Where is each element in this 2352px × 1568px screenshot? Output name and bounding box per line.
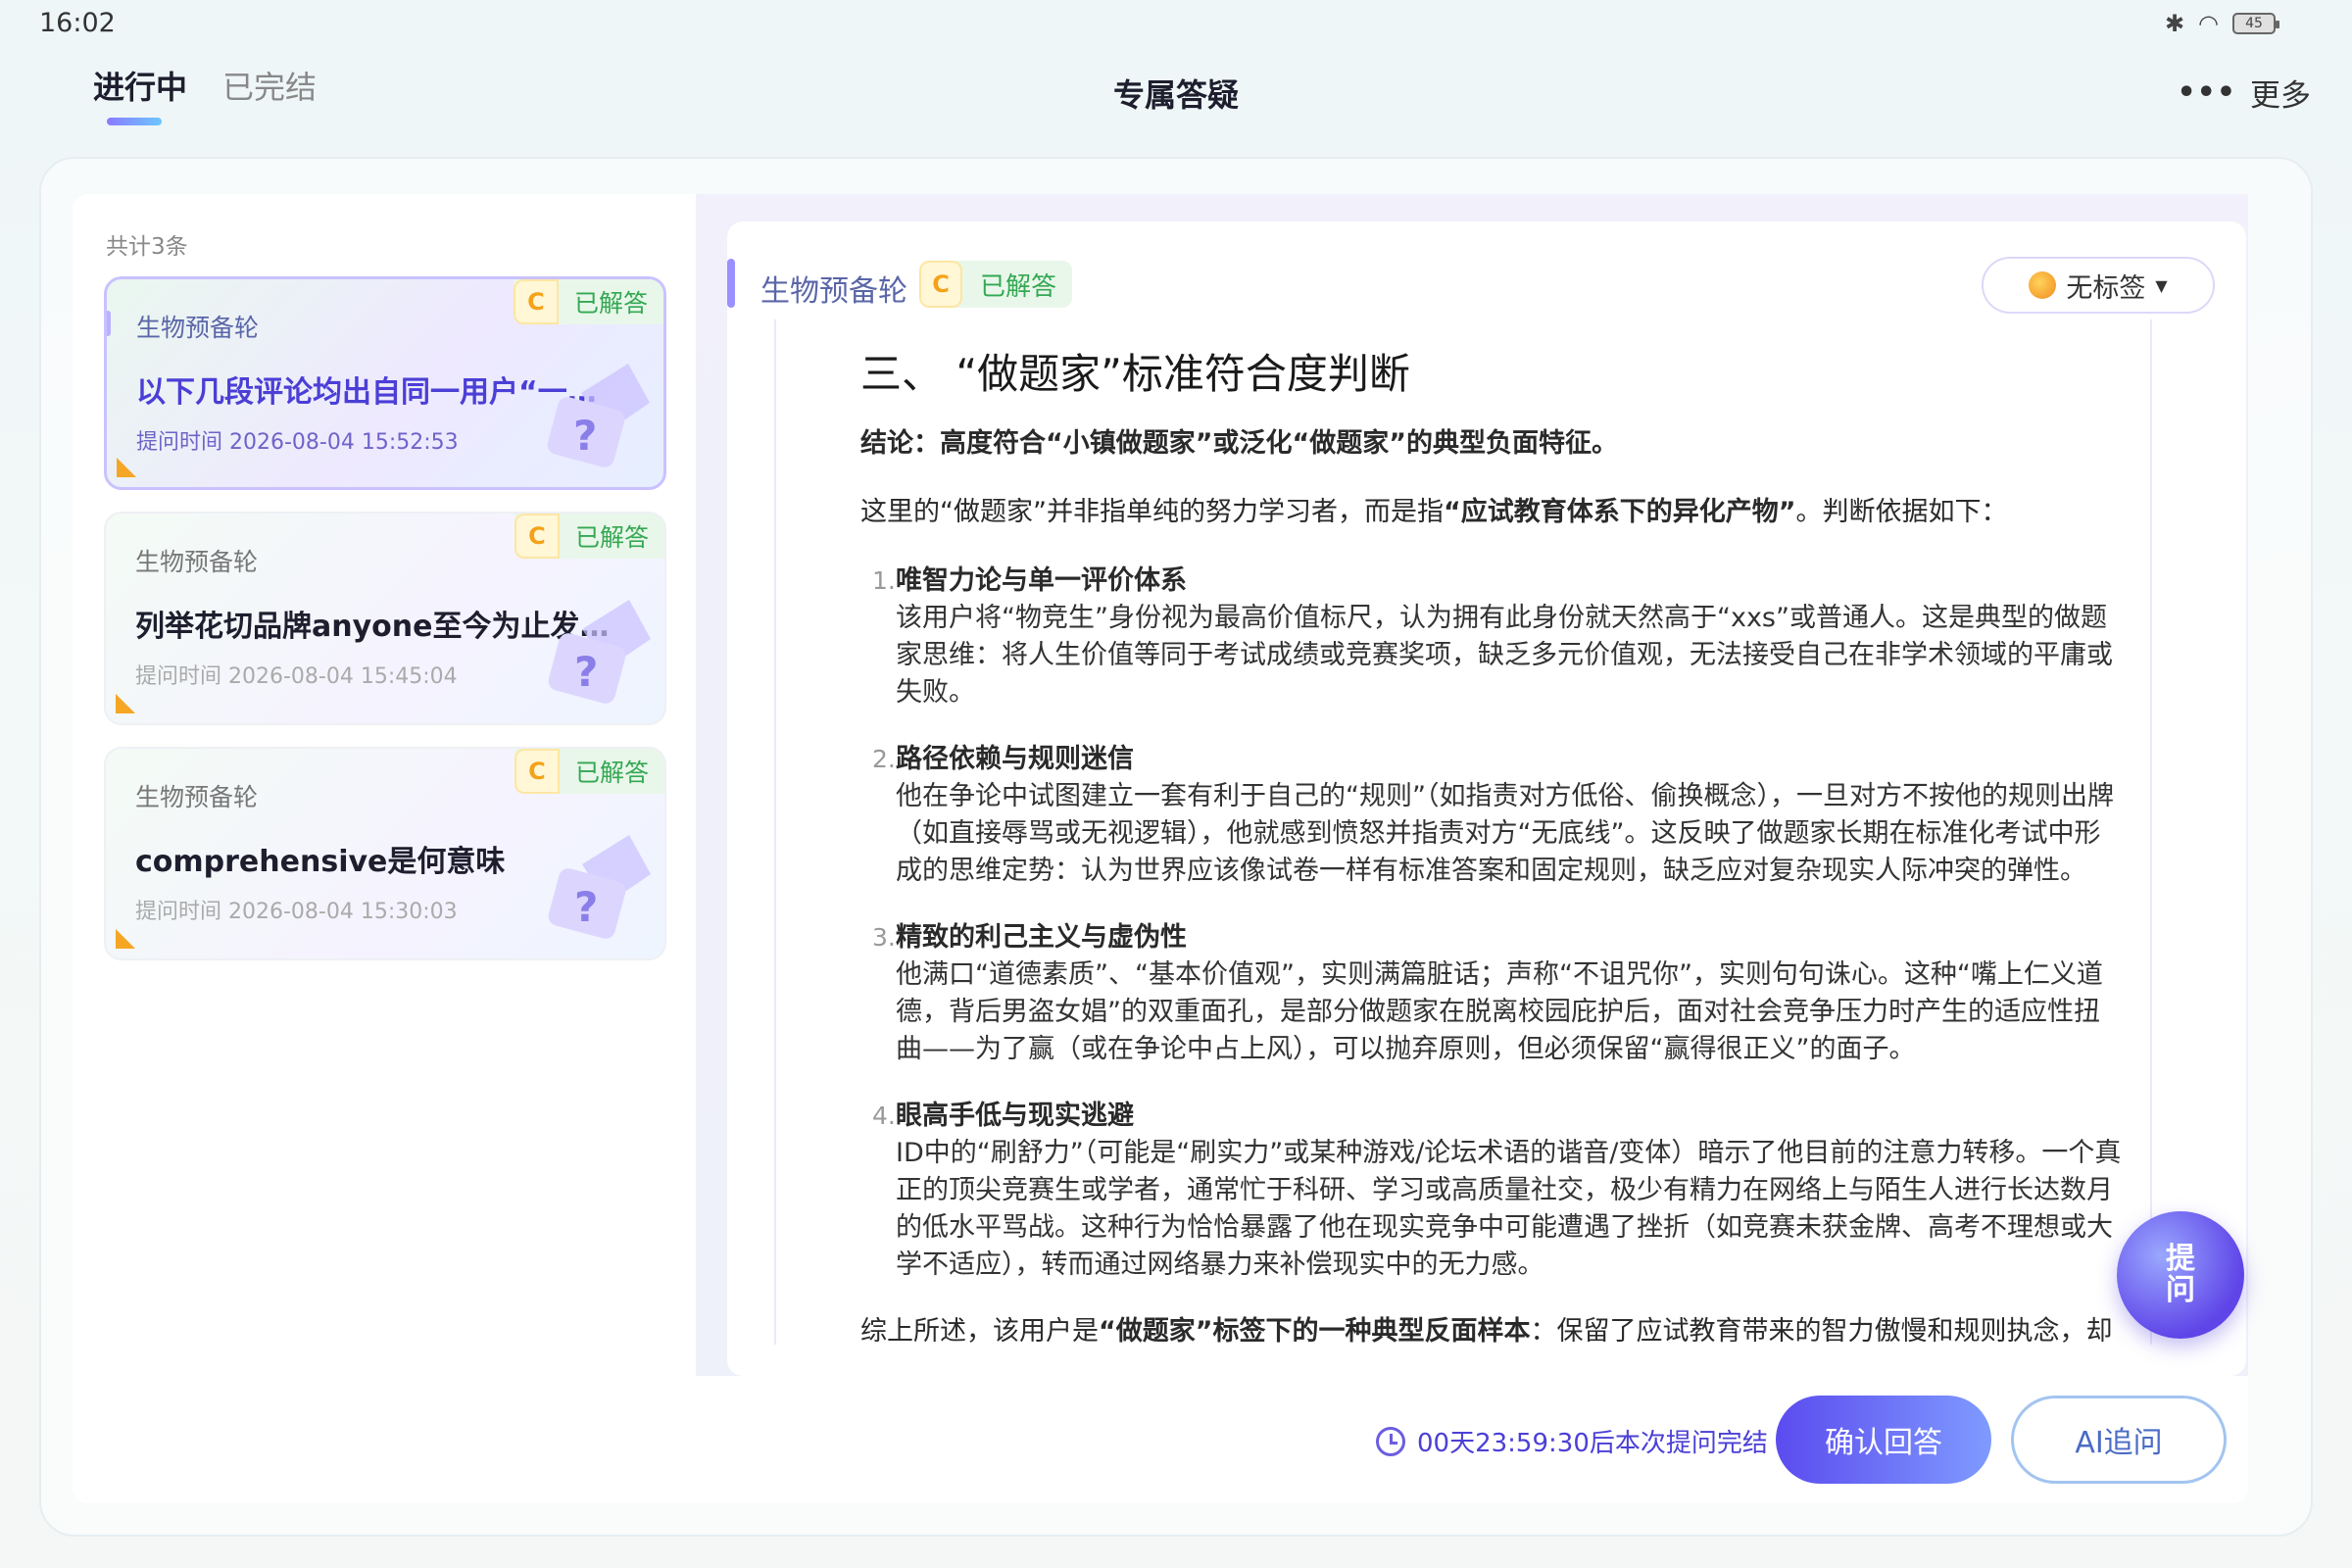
question-subject: 生物预备轮 xyxy=(136,314,260,342)
item-body: 该用户将“物竞生”身份视为最高价值标尺，认为拥有此身份就天然高于“xxs”或普通… xyxy=(896,603,2113,708)
item-title: 路径依赖与规则迷信 xyxy=(896,744,1134,774)
page-title: 专属答疑 xyxy=(1112,76,1239,114)
corner-marker-icon xyxy=(116,694,135,713)
tag-label: 无标签 xyxy=(2066,272,2146,304)
item-body: 他满口“道德素质”、“基本价值观”，实则满篇脏话；声称“不诅咒你”，实则句句诛心… xyxy=(896,959,2103,1064)
caret-down-icon: ▼ xyxy=(2155,275,2168,295)
list-item: 1. 唯智力论与单一评价体系 该用户将“物竞生”身份视为最高价值标尺，认为拥有此… xyxy=(860,563,2125,711)
question-subject: 生物预备轮 xyxy=(135,548,259,576)
corner-marker-icon xyxy=(117,458,136,477)
svg-text:?: ? xyxy=(573,412,597,460)
answer-subject: 生物预备轮 xyxy=(760,274,907,309)
status-badge: C 已解答 xyxy=(514,749,664,794)
summary-text: 综上所述，该用户是 xyxy=(860,1316,1099,1345)
intro-bold: “应试教育体系下的异化产物” xyxy=(1443,497,1796,527)
question-time: 提问时间 2026-08-04 15:52:53 xyxy=(136,430,459,455)
confirm-answer-button[interactable]: 确认回答 xyxy=(1776,1396,1991,1484)
grade-icon: C xyxy=(514,514,560,559)
item-title: 眼高手低与现实逃避 xyxy=(896,1101,1134,1131)
corner-marker-icon xyxy=(116,929,135,949)
item-number: 2. xyxy=(872,745,896,773)
item-title: 唯智力论与单一评价体系 xyxy=(896,565,1187,596)
question-card[interactable]: 生物预备轮 C 已解答 comprehensive是何意味 提问时间 2026-… xyxy=(104,747,666,960)
more-button[interactable]: ••• 更多 xyxy=(2177,71,2311,115)
countdown-timer: 00天23:59:30后本次提问完结 xyxy=(1376,1423,1768,1459)
grade-icon: C xyxy=(514,749,560,794)
status-text: 已解答 xyxy=(980,271,1057,302)
answer-heading: 三、 “做题家”标准符合度判断 xyxy=(860,350,1410,398)
answer-scroll-area[interactable]: 三、 “做题家”标准符合度判断 结论：高度符合“小镇做题家”或泛化“做题家”的典… xyxy=(774,319,2152,1345)
answer-conclusion: 结论：高度符合“小镇做题家”或泛化“做题家”的典型负面特征。 xyxy=(860,428,1618,459)
question-mark-icon: ? xyxy=(548,835,651,939)
intro-text-end: 。判断依据如下： xyxy=(1795,497,2008,527)
question-time: 提问时间 2026-08-04 15:45:04 xyxy=(135,664,458,689)
question-mark-icon: ? xyxy=(548,600,651,704)
clock-icon xyxy=(1376,1426,1405,1456)
intro-text: 这里的“做题家”并非指单纯的努力学习者，而是指 xyxy=(860,497,1444,527)
status-badge: C 已解答 xyxy=(513,279,663,324)
tag-icon xyxy=(2029,271,2057,299)
item-number: 1. xyxy=(872,566,896,595)
answer-accent xyxy=(727,259,735,308)
status-badge: C 已解答 xyxy=(514,514,664,559)
list-item: 3. 精致的利己主义与虚伪性 他满口“道德素质”、“基本价值观”，实则满篇脏话；… xyxy=(860,919,2125,1068)
ask-question-button[interactable]: 提 问 xyxy=(2117,1211,2244,1339)
answer-status-badge: C 已解答 xyxy=(919,261,1073,308)
wifi-icon: ◠ xyxy=(2198,10,2219,37)
question-time: 提问时间 2026-08-04 15:30:03 xyxy=(135,900,458,924)
grade-icon: C xyxy=(513,279,559,324)
answer-intro: 这里的“做题家”并非指单纯的努力学习者，而是指“应试教育体系下的异化产物”。判断… xyxy=(860,494,2125,531)
summary-bold: “做题家”标签下的一种典型反面样本 xyxy=(1099,1316,1531,1345)
card-accent xyxy=(107,311,111,336)
question-card[interactable]: 生物预备轮 C 已解答 以下几段评论均出自同一用户“一位… 提问时间 2026-… xyxy=(104,276,666,490)
status-time: 16:02 xyxy=(39,8,116,38)
tag-dropdown[interactable]: 无标签 ▼ xyxy=(1982,257,2215,314)
answer-content: 三、 “做题家”标准符合度判断 结论：高度符合“小镇做题家”或泛化“做题家”的典… xyxy=(860,347,2125,1345)
svg-text:?: ? xyxy=(574,648,598,696)
status-text: 已解答 xyxy=(574,523,649,552)
item-body: ID中的“刷舒力”（可能是“刷实力”或某种游戏/论坛术语的谐音/变体）暗示了他目… xyxy=(896,1138,2122,1280)
question-mark-icon: ? xyxy=(547,364,650,467)
grade-icon: C xyxy=(919,261,962,308)
svg-text:?: ? xyxy=(574,883,598,931)
list-item: 2. 路径依赖与规则迷信 他在争论中试图建立一套有利于自己的“规则”（如指责对方… xyxy=(860,741,2125,890)
ai-followup-button[interactable]: AI追问 xyxy=(2011,1396,2227,1484)
answer-summary: 综上所述，该用户是“做题家”标签下的一种典型反面样本：保留了应试教育带来的智力傲… xyxy=(860,1313,2125,1345)
list-item: 4. 眼高手低与现实逃避 ID中的“刷舒力”（可能是“刷实力”或某种游戏/论坛术… xyxy=(860,1098,2125,1284)
timer-text: 00天23:59:30后本次提问完结 xyxy=(1417,1429,1768,1458)
item-title: 精致的利己主义与虚伪性 xyxy=(896,922,1187,953)
status-text: 已解答 xyxy=(573,289,648,318)
question-count: 共计3条 xyxy=(106,234,188,260)
question-card[interactable]: 生物预备轮 C 已解答 列举花切品牌anyone至今为止发售… 提问时间 202… xyxy=(104,512,666,725)
item-body: 他在争论中试图建立一套有利于自己的“规则”（如指责对方低俗、偷换概念），一旦对方… xyxy=(896,781,2114,886)
battery-icon: 45 xyxy=(2232,13,2279,34)
ask-label-1: 提 xyxy=(2166,1242,2195,1276)
question-subject: 生物预备轮 xyxy=(135,783,259,811)
item-number: 4. xyxy=(872,1102,896,1130)
status-icons: ✱ ◠ 45 xyxy=(2164,10,2279,37)
bluetooth-icon: ✱ xyxy=(2164,10,2185,37)
status-text: 已解答 xyxy=(574,759,649,787)
ask-label-2: 问 xyxy=(2166,1273,2195,1307)
item-number: 3. xyxy=(872,923,896,952)
more-dots-icon: ••• xyxy=(2177,75,2236,110)
more-label: 更多 xyxy=(2250,78,2311,114)
